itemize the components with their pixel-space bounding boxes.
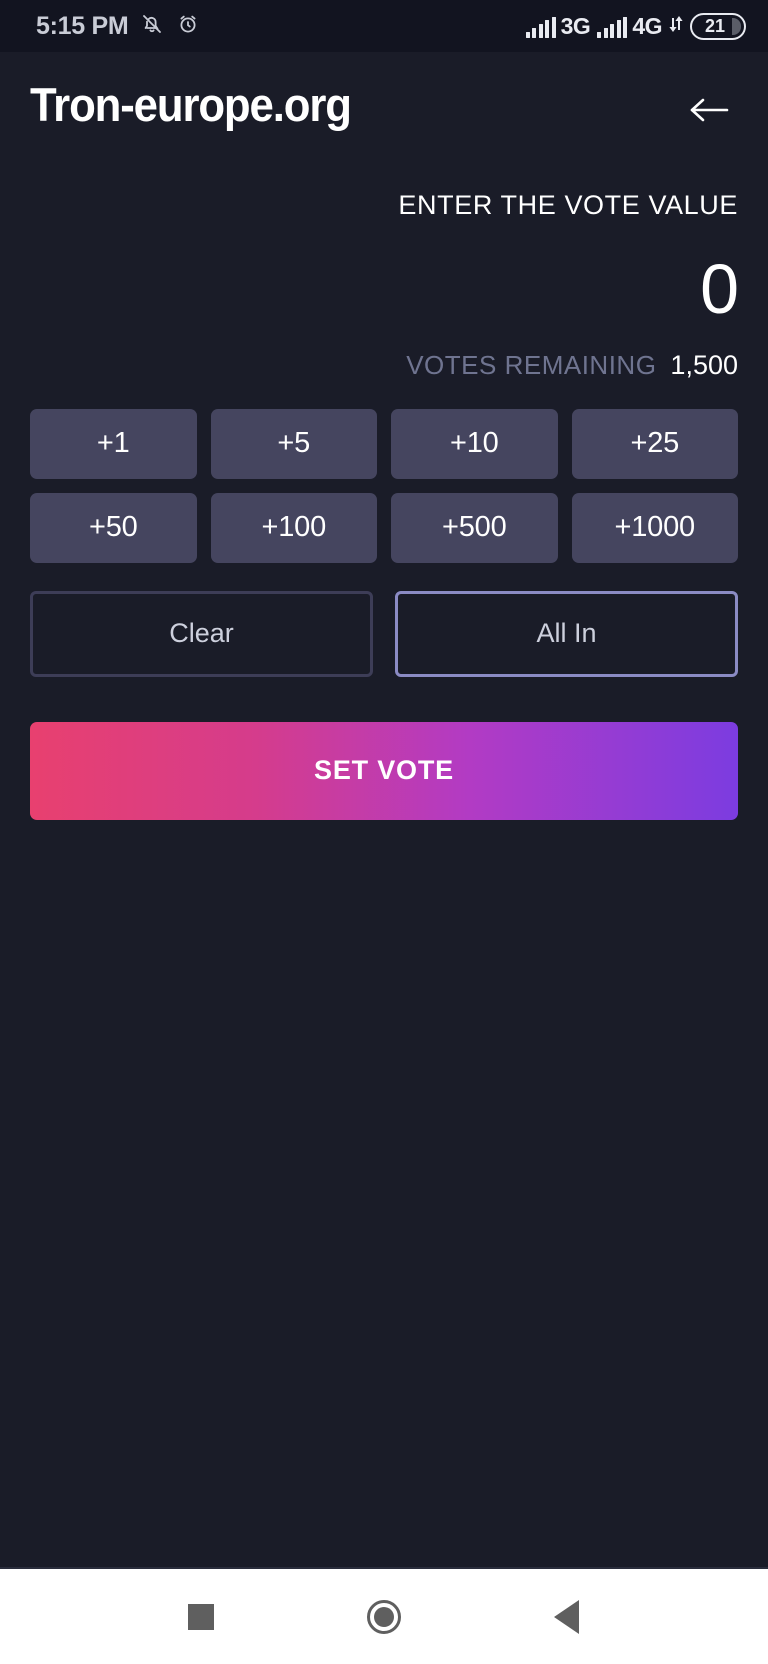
votes-remaining-label: VOTES REMAINING: [406, 349, 657, 380]
quick-add-button-5[interactable]: +5: [210, 408, 377, 479]
vote-value-section: ENTER THE VOTE VALUE 0 VOTES REMAINING 1…: [0, 132, 768, 379]
square-icon: [188, 1603, 215, 1630]
network-2-label: 4G: [632, 12, 662, 39]
status-bar-left: 5:15 PM: [36, 12, 200, 41]
status-bar: 5:15 PM 3G 4G 21: [0, 0, 768, 52]
back-button[interactable]: [686, 92, 732, 132]
set-vote-button[interactable]: SET VOTE: [30, 721, 738, 820]
votes-remaining-row: VOTES REMAINING 1,500: [30, 349, 738, 380]
network-1-indicator: 3G: [525, 12, 591, 39]
app-header: Tron-europe.org: [0, 52, 768, 132]
app-screen: 5:15 PM 3G 4G 21 Tron-europe.org ENTER T…: [0, 0, 768, 1664]
battery-icon: 21: [690, 12, 746, 40]
network-2-indicator: 4G: [597, 12, 662, 39]
data-transfer-icon: [669, 14, 683, 39]
android-nav-bar: [0, 1567, 768, 1664]
quick-add-button-1000[interactable]: +1000: [571, 492, 738, 563]
system-back-button[interactable]: [532, 1582, 602, 1652]
recents-button[interactable]: [166, 1582, 236, 1652]
quick-add-button-1[interactable]: +1: [30, 408, 197, 479]
quick-add-grid: +1 +5 +10 +25 +50 +100 +500 +1000: [30, 408, 738, 563]
home-button[interactable]: [349, 1582, 419, 1652]
all-in-button[interactable]: All In: [395, 590, 738, 677]
votes-remaining-value: 1,500: [670, 349, 738, 380]
signal-bars-icon: [525, 16, 556, 38]
status-time: 5:15 PM: [36, 11, 129, 40]
status-bar-right: 3G 4G 21: [525, 12, 746, 40]
arrow-left-icon: [687, 95, 731, 130]
quick-add-button-25[interactable]: +25: [571, 408, 738, 479]
clear-button[interactable]: Clear: [30, 590, 373, 677]
quick-add-button-10[interactable]: +10: [391, 408, 558, 479]
circle-icon: [366, 1599, 401, 1634]
page-title: Tron-europe.org: [30, 78, 352, 131]
triangle-left-icon: [554, 1599, 580, 1634]
alarm-clock-icon: [176, 12, 200, 41]
quick-add-button-100[interactable]: +100: [210, 492, 377, 563]
quick-add-button-500[interactable]: +500: [391, 492, 558, 563]
signal-bars-icon: [597, 16, 628, 38]
quick-add-button-50[interactable]: +50: [30, 492, 197, 563]
bell-muted-icon: [140, 12, 164, 41]
submit-section: SET VOTE: [30, 721, 738, 820]
battery-fill: [732, 17, 741, 35]
vote-value-label: ENTER THE VOTE VALUE: [398, 190, 738, 220]
action-row: Clear All In: [30, 590, 738, 677]
vote-value-display[interactable]: 0: [30, 249, 739, 330]
battery-level: 21: [704, 16, 726, 36]
network-1-label: 3G: [560, 12, 591, 39]
